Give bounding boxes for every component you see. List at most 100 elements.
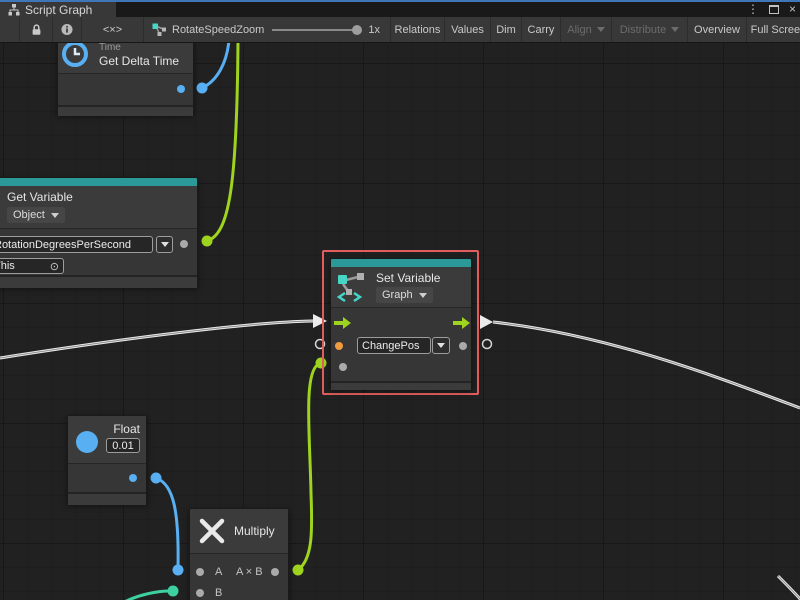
lock-button[interactable]: [20, 17, 53, 42]
clock-icon: [61, 43, 89, 68]
node-title: Get Delta Time: [99, 54, 179, 68]
control-wire-left: [0, 321, 313, 358]
value-output-port[interactable]: [459, 342, 467, 350]
node-title: Set Variable: [376, 271, 440, 285]
zoom-slider[interactable]: [272, 25, 360, 35]
button-relations[interactable]: Relations: [391, 17, 445, 42]
wire-endpoint-dot[interactable]: [202, 236, 213, 247]
wire-to-multiply-b: [122, 591, 170, 600]
wire-get-variable-out: [207, 43, 238, 241]
output-port[interactable]: [177, 85, 185, 93]
node-multiply[interactable]: Multiply A A × B B: [189, 508, 289, 600]
control-arrow-out[interactable]: [480, 315, 493, 329]
output-port[interactable]: [271, 568, 279, 576]
value-input-port[interactable]: [335, 342, 343, 350]
control-wire-corner: [778, 576, 800, 600]
variable-name-field[interactable]: ChangePos: [357, 337, 431, 354]
node-category: Time: [99, 43, 121, 53]
node-float[interactable]: Float 0.01: [67, 415, 147, 504]
chevron-down-icon: [419, 293, 427, 298]
output-port[interactable]: [129, 474, 137, 482]
window-controls: ⋮ ×: [747, 2, 796, 17]
maximize-icon[interactable]: [769, 1, 779, 19]
button-full-screen[interactable]: Full Screen: [747, 17, 800, 42]
node-header: Time Get Delta Time: [58, 43, 193, 73]
node-set-variable[interactable]: Set Variable Graph ChangePos: [330, 258, 472, 389]
wire-endpoint-dot[interactable]: [316, 358, 327, 369]
chevron-down-icon: [671, 27, 679, 32]
menu-icon[interactable]: ⋮: [747, 2, 759, 17]
button-align: Align: [561, 17, 612, 42]
output-port[interactable]: [180, 240, 188, 248]
node-body: [68, 463, 146, 492]
input-port-b[interactable]: [196, 589, 204, 597]
node-accent-bar: [0, 178, 197, 186]
breadcrumb[interactable]: RotateSpeed: [152, 23, 236, 36]
zoom-label: Zoom: [236, 24, 264, 36]
node-body: ChangePos: [331, 307, 471, 381]
breadcrumb-label: RotateSpeed: [172, 24, 236, 36]
variable-name-dropdown-button[interactable]: [432, 337, 450, 354]
multiply-icon: [199, 518, 225, 544]
zoom-slider-track: [272, 29, 360, 31]
control-wire-right: [493, 322, 800, 408]
node-title: Float: [113, 422, 140, 436]
node-title: Multiply: [234, 524, 275, 538]
chevron-down-icon: [161, 242, 169, 247]
node-footer: [331, 383, 471, 390]
node-body: [58, 73, 193, 105]
source-field[interactable]: This ⊙: [0, 258, 64, 274]
tab-script-graph[interactable]: Script Graph: [0, 2, 116, 17]
button-overview[interactable]: Overview: [688, 17, 747, 42]
control-arrow-in[interactable]: [313, 314, 327, 328]
toolbar-left-pad: [0, 17, 20, 42]
port-label-output: A × B: [236, 566, 263, 578]
unity-visual-scripting-window: Script Graph ⋮ × <×>: [0, 0, 800, 600]
float-icon: [76, 431, 98, 453]
port-label-b: B: [215, 587, 222, 599]
info-icon: [61, 23, 73, 36]
wire-endpoint-dot[interactable]: [168, 586, 179, 597]
node-body: RotationDegreesPerSecond This ⊙: [0, 228, 197, 275]
variable-name-field[interactable]: RotationDegreesPerSecond: [0, 236, 153, 253]
close-icon[interactable]: ×: [789, 2, 796, 17]
wire-delta-time-out: [202, 43, 229, 88]
graph-toolbar: <×> RotateSpeed Zoom 1x: [0, 17, 800, 43]
node-header: Float 0.01: [68, 416, 146, 463]
variable-kind-dropdown[interactable]: Object: [7, 207, 65, 223]
wire-endpoint-dot[interactable]: [197, 83, 208, 94]
tab-bar: Script Graph ⋮ ×: [0, 0, 800, 17]
wire-multiply-to-setvariable: [298, 364, 319, 570]
zoom-control: Zoom 1x: [236, 24, 384, 36]
info-button[interactable]: [53, 17, 82, 42]
object-picker-icon[interactable]: ⊙: [50, 260, 59, 273]
variable-name-dropdown-button[interactable]: [156, 236, 173, 253]
node-title: Get Variable: [7, 190, 73, 204]
tab-label: Script Graph: [25, 3, 92, 17]
control-output-arrow[interactable]: [453, 317, 470, 329]
graph-canvas[interactable]: Time Get Delta Time Get Variable Object …: [0, 43, 800, 600]
code-toggle-label: <×>: [103, 24, 122, 36]
chevron-down-icon: [597, 27, 605, 32]
button-values[interactable]: Values: [445, 17, 491, 42]
wire-endpoint-dot[interactable]: [293, 565, 304, 576]
input-port-a[interactable]: [196, 568, 204, 576]
lock-icon: [31, 24, 42, 36]
port-label-a: A: [215, 566, 222, 578]
zoom-value: 1x: [368, 24, 380, 36]
code-toggle-button[interactable]: <×>: [82, 17, 144, 42]
zoom-slider-handle[interactable]: [352, 25, 362, 35]
node-footer: [68, 494, 146, 505]
node-get-variable[interactable]: Get Variable Object RotationDegreesPerSe…: [0, 177, 198, 287]
control-input-arrow[interactable]: [334, 317, 351, 329]
button-carry[interactable]: Carry: [522, 17, 561, 42]
value-input-port[interactable]: [339, 363, 347, 371]
node-header: Multiply: [190, 509, 288, 553]
variable-kind-dropdown[interactable]: Graph: [376, 287, 433, 303]
float-value-field[interactable]: 0.01: [106, 438, 140, 453]
node-get-delta-time[interactable]: Time Get Delta Time: [57, 43, 194, 115]
button-dim[interactable]: Dim: [491, 17, 522, 42]
wire-endpoint-dot[interactable]: [173, 565, 184, 576]
node-body: A A × B B: [190, 553, 288, 600]
wire-endpoint-dot[interactable]: [151, 473, 162, 484]
